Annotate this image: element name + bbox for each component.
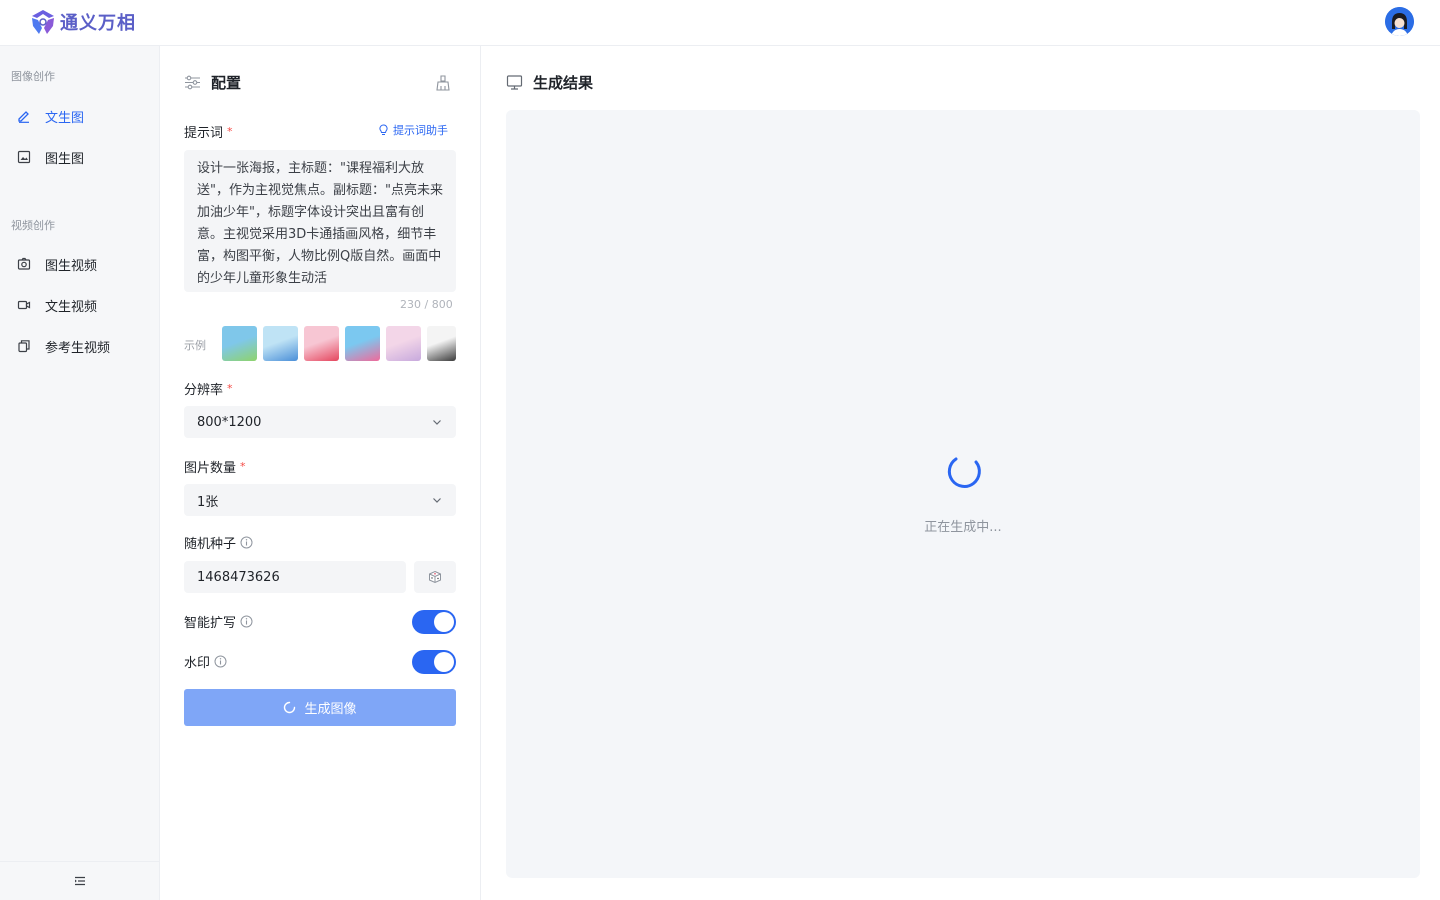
generate-label: 生成图像 bbox=[304, 702, 357, 717]
smart-expand-toggle[interactable] bbox=[412, 610, 456, 634]
count-label-row: 图片数量 * bbox=[184, 457, 246, 476]
count-label: 图片数量 bbox=[184, 461, 237, 476]
example-thumb[interactable] bbox=[345, 326, 380, 361]
examples-label: 示例 bbox=[184, 339, 206, 352]
sidebar: 图像创作 文生图 图生图 视频创作 图生视频 文生视频 参考生视频 bbox=[0, 46, 160, 900]
logo-icon bbox=[32, 10, 54, 34]
sidebar-item-text-to-video[interactable]: 文生视频 bbox=[0, 288, 159, 322]
result-title: 生成结果 bbox=[533, 74, 594, 92]
toggle-knob bbox=[434, 612, 454, 632]
sidebar-item-label: 图生视频 bbox=[45, 258, 98, 274]
pen-icon bbox=[17, 109, 31, 123]
sidebar-item-label: 参考生视频 bbox=[45, 340, 111, 356]
watermark-label: 水印 bbox=[184, 656, 211, 671]
resolution-label: 分辨率 bbox=[184, 383, 224, 398]
prompt-label: 提示词 bbox=[184, 126, 224, 141]
result-panel: 生成结果 正在生成中... bbox=[482, 46, 1440, 900]
toggle-knob bbox=[434, 652, 454, 672]
example-thumb[interactable] bbox=[304, 326, 339, 361]
generate-button[interactable]: 生成图像 bbox=[184, 689, 456, 726]
lightbulb-icon bbox=[379, 124, 388, 135]
seed-label: 随机种子 bbox=[184, 537, 237, 552]
menu-fold-icon bbox=[74, 876, 85, 886]
smart-expand-label-row: 智能扩写 bbox=[184, 612, 253, 631]
dice-icon bbox=[429, 570, 441, 584]
prompt-char-counter: 230 / 800 bbox=[400, 298, 453, 311]
avatar-icon bbox=[1385, 7, 1414, 36]
loading-text: 正在生成中... bbox=[924, 520, 1002, 535]
config-header: 配置 bbox=[184, 72, 241, 93]
seed-label-row: 随机种子 bbox=[184, 533, 253, 552]
settings-sliders-icon bbox=[185, 75, 200, 90]
sidebar-item-text-to-image[interactable]: 文生图 bbox=[0, 99, 159, 133]
count-value: 1张 bbox=[197, 494, 219, 510]
required-mark: * bbox=[227, 382, 233, 395]
copy-icon bbox=[17, 339, 31, 353]
prompt-label-row: 提示词 * bbox=[184, 122, 233, 141]
prompt-helper-label: 提示词助手 bbox=[393, 124, 448, 137]
smart-expand-label: 智能扩写 bbox=[184, 616, 237, 631]
sidebar-item-image-to-image[interactable]: 图生图 bbox=[0, 140, 159, 174]
camera-icon bbox=[17, 257, 31, 271]
example-thumb[interactable] bbox=[263, 326, 298, 361]
config-title: 配置 bbox=[211, 74, 242, 92]
result-header: 生成结果 bbox=[506, 72, 593, 93]
user-avatar[interactable] bbox=[1385, 7, 1414, 36]
sidebar-item-label: 文生视频 bbox=[45, 299, 98, 315]
config-panel: 配置 提示词 * 提示词助手 设计一张海报，主标题："课程福利大放送"，作为主视… bbox=[160, 46, 481, 900]
sidebar-item-image-to-video[interactable]: 图生视频 bbox=[0, 247, 159, 281]
sidebar-item-reference-video[interactable]: 参考生视频 bbox=[0, 329, 159, 363]
resolution-value: 800*1200 bbox=[197, 414, 262, 430]
sidebar-item-label: 图生图 bbox=[45, 151, 85, 167]
info-icon[interactable] bbox=[240, 615, 253, 628]
chevron-down-icon bbox=[433, 498, 441, 503]
resolution-select[interactable]: 800*1200 bbox=[184, 406, 456, 438]
result-canvas: 正在生成中... bbox=[506, 110, 1420, 878]
image-icon bbox=[17, 150, 31, 164]
seed-input[interactable]: 1468473626 bbox=[184, 561, 406, 593]
random-seed-button[interactable] bbox=[414, 561, 456, 593]
video-icon bbox=[17, 298, 31, 312]
example-thumb[interactable] bbox=[222, 326, 257, 361]
info-icon[interactable] bbox=[240, 536, 253, 549]
required-mark: * bbox=[227, 125, 233, 138]
spinner-icon bbox=[947, 457, 981, 488]
required-mark: * bbox=[240, 460, 246, 473]
example-thumb[interactable] bbox=[427, 326, 456, 361]
loading-icon bbox=[284, 701, 296, 714]
prompt-helper-link[interactable]: 提示词助手 bbox=[378, 122, 448, 138]
sidebar-item-label: 文生图 bbox=[45, 110, 85, 126]
app-name: 通义万相 bbox=[60, 13, 136, 34]
clear-broom-icon[interactable] bbox=[434, 74, 452, 92]
prompt-textarea[interactable]: 设计一张海报，主标题："课程福利大放送"，作为主视觉焦点。副标题："点亮未来 加… bbox=[184, 150, 456, 292]
watermark-label-row: 水印 bbox=[184, 652, 227, 671]
monitor-icon bbox=[506, 75, 523, 90]
count-select[interactable]: 1张 bbox=[184, 484, 456, 516]
top-header: 通义万相 bbox=[0, 0, 1440, 46]
info-icon[interactable] bbox=[214, 655, 227, 668]
app-logo[interactable]: 通义万相 bbox=[30, 8, 136, 36]
sidebar-collapse[interactable] bbox=[0, 861, 159, 900]
resolution-label-row: 分辨率 * bbox=[184, 379, 233, 398]
watermark-toggle[interactable] bbox=[412, 650, 456, 674]
chevron-down-icon bbox=[433, 420, 441, 425]
sidebar-group-image: 图像创作 bbox=[11, 70, 55, 83]
sidebar-group-video: 视频创作 bbox=[11, 219, 55, 232]
example-thumb[interactable] bbox=[386, 326, 421, 361]
